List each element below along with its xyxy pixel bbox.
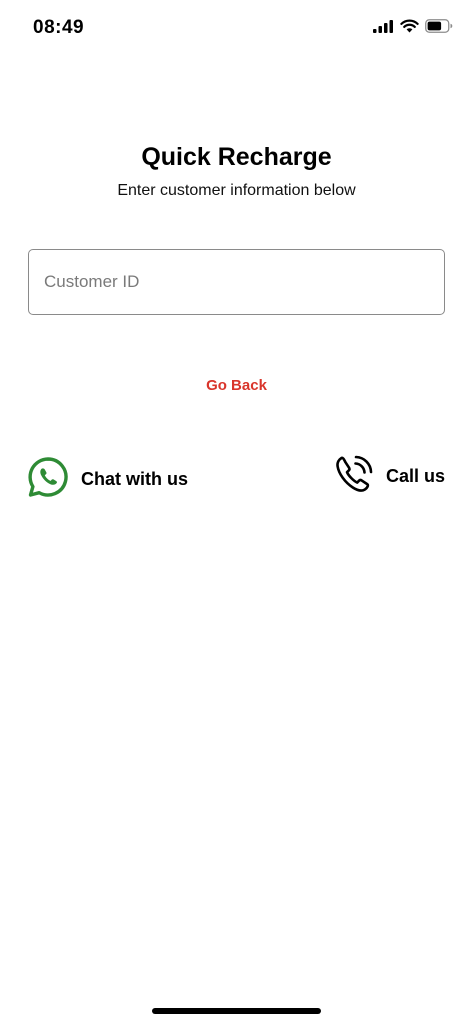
battery-icon (425, 19, 453, 33)
call-us-button[interactable]: Call us (334, 454, 445, 499)
page-subtitle: Enter customer information below (117, 182, 356, 199)
customer-id-input[interactable] (28, 249, 445, 315)
status-time: 08:49 (33, 17, 85, 38)
chat-label: Chat with us (81, 469, 188, 489)
whatsapp-icon (27, 456, 69, 503)
page-title: Quick Recharge (141, 143, 332, 171)
call-label: Call us (385, 466, 445, 486)
phone-call-icon (334, 454, 374, 499)
chat-with-us-button[interactable]: Chat with us (27, 456, 188, 503)
go-back-link[interactable]: Go Back (0, 377, 473, 394)
quick-recharge-screen: 08:49 Quick Recharge Enter customer info… (0, 0, 473, 1024)
wifi-icon (400, 19, 419, 33)
cellular-signal-icon (373, 19, 394, 33)
status-icons (373, 19, 453, 33)
home-indicator[interactable] (152, 1008, 321, 1014)
